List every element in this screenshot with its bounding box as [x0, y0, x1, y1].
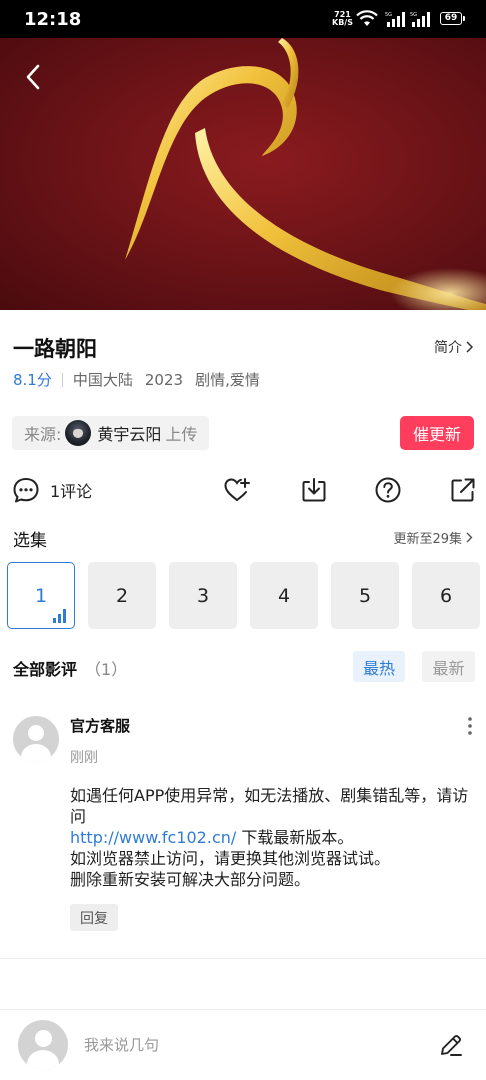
episode-button[interactable]: 3 — [169, 562, 237, 629]
comment-body: 如遇任何APP使用异常，如无法播放、剧集错乱等，请访问 http://www.f… — [70, 785, 480, 890]
episode-number: 5 — [358, 584, 372, 607]
reply-button[interactable]: 回复 — [70, 904, 118, 931]
episode-number: 3 — [196, 584, 210, 607]
avatar[interactable] — [13, 716, 59, 762]
video-poster[interactable] — [0, 38, 486, 310]
episodes-update-status: 更新至29集 — [393, 532, 462, 547]
comment-line: http://www.fc102.cn/ 下载最新版本。 — [70, 827, 480, 848]
reviews-count: （1） — [85, 660, 128, 679]
signal-icon: 5G — [385, 12, 405, 27]
svg-text:5G: 5G — [410, 12, 417, 18]
meta-divider — [61, 372, 63, 387]
episode-list: 1 2 3 4 5 6 — [7, 562, 480, 629]
episode-number: 2 — [115, 584, 129, 607]
video-title: 一路朝阳 — [13, 337, 97, 361]
comment-bubble-icon — [13, 478, 39, 503]
uploader-avatar — [65, 420, 92, 446]
help-icon[interactable] — [374, 476, 402, 504]
intro-label: 简介 — [434, 340, 462, 356]
share-icon[interactable] — [449, 476, 477, 504]
episodes-update-link[interactable]: 更新至29集 — [393, 528, 474, 547]
episode-button[interactable]: 2 — [88, 562, 156, 629]
urge-update-button[interactable]: 催更新 — [400, 416, 474, 450]
comment-line: 如遇任何APP使用异常，如无法播放、剧集错乱等，请访问 — [70, 786, 469, 826]
heart-plus-icon[interactable] — [223, 476, 251, 504]
video-region: 中国大陆 — [72, 371, 133, 389]
bars-playing-icon — [53, 609, 66, 623]
episode-button[interactable]: 6 — [412, 562, 480, 629]
source-tag[interactable]: 来源: 黄宇云阳 上传 — [12, 416, 210, 450]
action-bar: 1评论 — [0, 470, 486, 510]
pen-icon[interactable] — [438, 1032, 464, 1058]
comment-count-button[interactable]: 1评论 — [12, 476, 92, 504]
divider — [0, 958, 486, 959]
network-speed: 721 KB/S — [332, 11, 353, 27]
episode-number: 1 — [34, 584, 48, 607]
intro-link[interactable]: 简介 — [434, 337, 474, 357]
episode-number: 4 — [277, 584, 291, 607]
upload-action: 上传 — [165, 425, 198, 444]
source-label: 来源: — [24, 425, 62, 444]
uploader-name: 黄宇云阳 — [97, 425, 162, 444]
status-bar: 12:18 721 KB/S 5G 5G 69 — [0, 0, 486, 38]
compose-bar — [0, 1010, 486, 1080]
episodes-label: 选集 — [13, 531, 47, 551]
avatar[interactable] — [18, 1020, 68, 1070]
episode-button[interactable]: 4 — [250, 562, 318, 629]
comment-time: 刚刚 — [70, 750, 98, 766]
comment-line: 删除重新安装可解决大部分问题。 — [70, 870, 311, 889]
video-score: 8.1分 — [13, 371, 52, 389]
comment-count-label: 1评论 — [50, 482, 93, 501]
episode-button[interactable]: 5 — [331, 562, 399, 629]
reviews-title: 全部影评 （1） — [13, 656, 127, 680]
chevron-right-icon — [466, 341, 474, 353]
comment-author[interactable]: 官方客服 — [70, 715, 130, 736]
video-genres: 剧情,爱情 — [195, 371, 260, 389]
episode-button[interactable]: 1 — [7, 562, 75, 629]
comment-link[interactable]: http://www.fc102.cn/ — [70, 828, 236, 847]
chevron-right-icon — [466, 532, 473, 543]
svg-text:5G: 5G — [385, 12, 392, 18]
signal-icon: 5G — [410, 12, 430, 27]
network-speed-unit: KB/S — [332, 18, 353, 27]
comment-line: 如浏览器禁止访问，请更换其他浏览器试试。 — [70, 849, 391, 868]
back-arrow-icon[interactable] — [18, 60, 48, 94]
comment-link-suffix: 下载最新版本。 — [236, 828, 354, 847]
video-meta: 8.1分 中国大陆 2023 剧情,爱情 — [13, 369, 260, 390]
reviews-title-label: 全部影评 — [13, 660, 78, 679]
more-vertical-icon[interactable] — [462, 715, 478, 737]
sort-hot-button[interactable]: 最热 — [353, 651, 405, 682]
episode-number: 6 — [439, 584, 453, 607]
download-icon[interactable] — [300, 476, 328, 504]
sort-new-button[interactable]: 最新 — [422, 651, 475, 682]
video-year: 2023 — [144, 370, 184, 389]
poster-artwork — [125, 38, 486, 310]
battery-icon: 69 — [440, 12, 465, 25]
wifi-icon — [356, 10, 378, 26]
comment-input[interactable] — [84, 1032, 404, 1058]
status-time: 12:18 — [24, 9, 82, 30]
